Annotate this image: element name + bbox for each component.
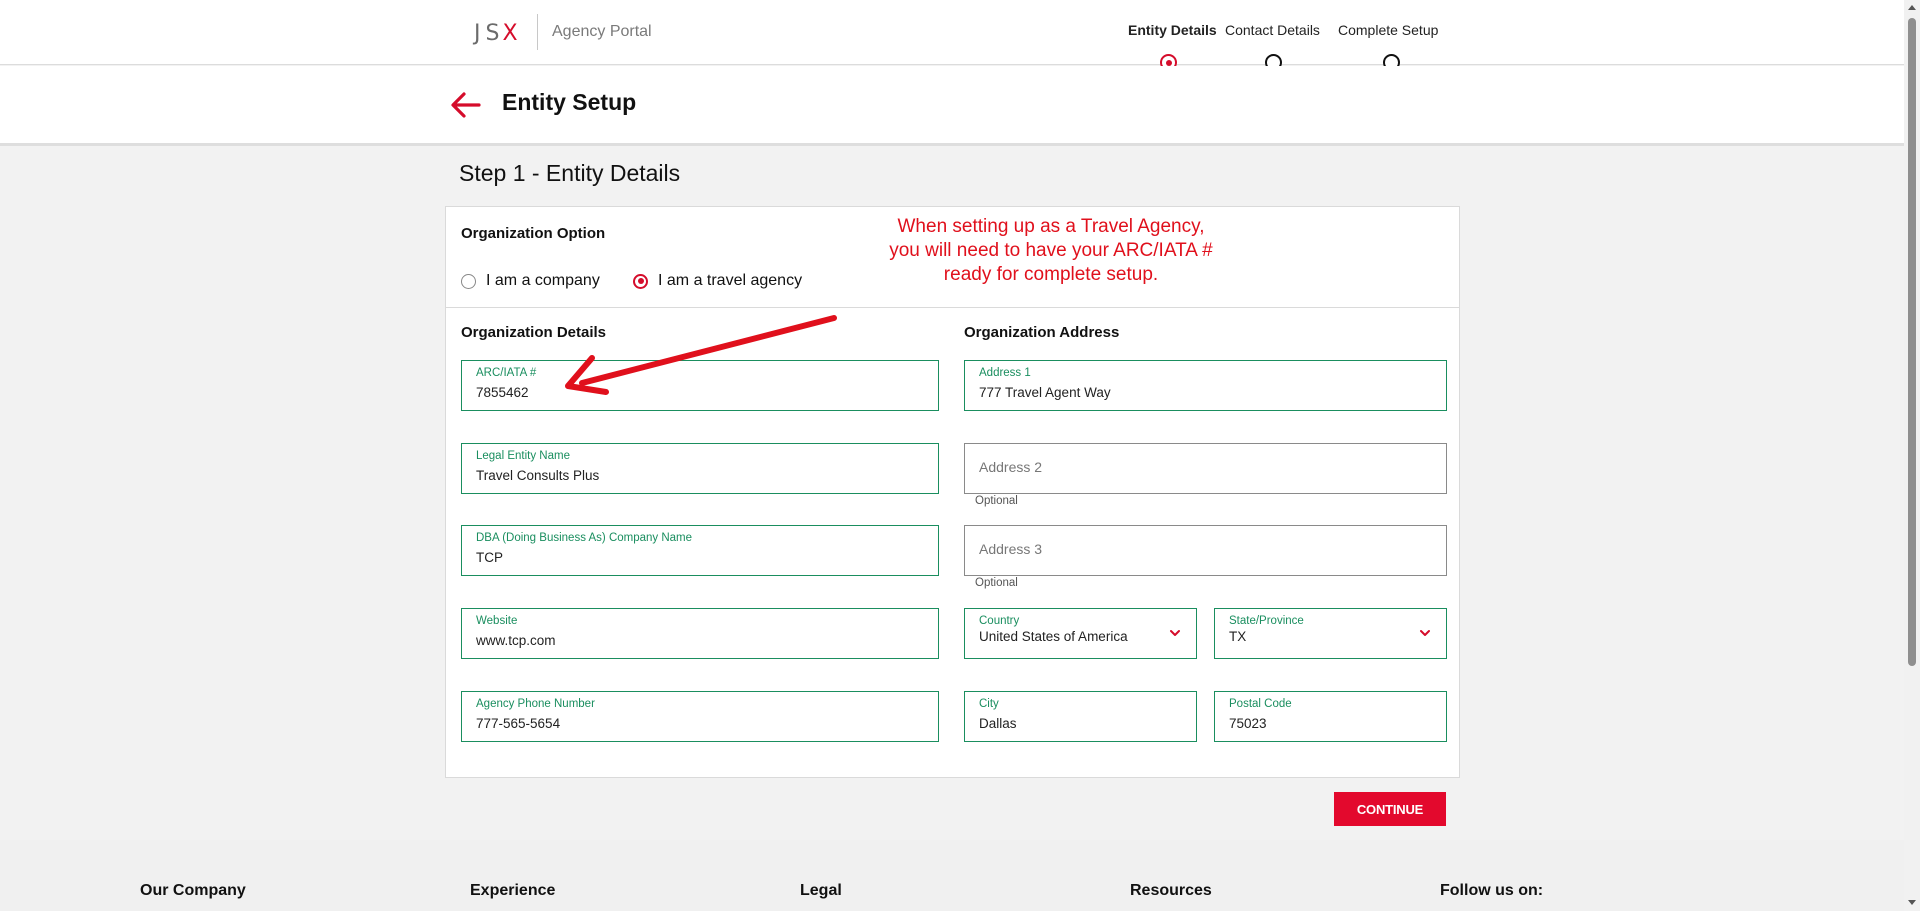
radio-travel-agency-label: I am a travel agency: [658, 272, 803, 289]
footer-experience[interactable]: Experience: [470, 882, 555, 900]
annotation-line-1: When setting up as a Travel Agency,: [897, 216, 1205, 237]
address3-field[interactable]: Address 3: [964, 525, 1447, 576]
card-divider: [446, 307, 1459, 308]
arc-iata-field[interactable]: ARC/IATA # 7855462: [461, 360, 939, 411]
chevron-down-icon[interactable]: [1418, 626, 1432, 640]
scroll-up-arrow-icon[interactable]: [1908, 5, 1916, 10]
postal-code-value: 75023: [1229, 716, 1267, 731]
city-label: City: [979, 698, 999, 710]
footer: Our Company Experience Legal Resources F…: [0, 840, 1904, 911]
vertical-scrollbar[interactable]: [1904, 0, 1920, 911]
radio-company-option[interactable]: I am a company: [461, 272, 600, 290]
annotation-callout: When setting up as a Travel Agency, you …: [841, 215, 1261, 287]
scroll-down-arrow-icon[interactable]: [1908, 900, 1916, 905]
annotation-line-2: you will need to have your ARC/IATA #: [889, 240, 1213, 261]
website-label: Website: [476, 615, 518, 627]
postal-code-label: Postal Code: [1229, 698, 1292, 710]
title-bar: Entity Setup: [0, 66, 1904, 146]
address2-hint: Optional: [975, 495, 1018, 507]
scroll-thumb[interactable]: [1908, 18, 1916, 666]
address1-value: 777 Travel Agent Way: [979, 385, 1111, 400]
radio-company-label: I am a company: [486, 272, 600, 289]
country-label: Country: [979, 615, 1020, 627]
dba-name-field[interactable]: DBA (Doing Business As) Company Name TCP: [461, 525, 939, 576]
organization-address-title: Organization Address: [964, 324, 1120, 341]
postal-code-field[interactable]: Postal Code 75023: [1214, 691, 1447, 742]
radio-travel-agency-option[interactable]: I am a travel agency: [633, 272, 802, 290]
website-field[interactable]: Website www.tcp.com: [461, 608, 939, 659]
address3-placeholder: Address 3: [979, 541, 1043, 557]
radio-travel-agency[interactable]: [633, 273, 648, 289]
chevron-down-icon[interactable]: [1168, 626, 1182, 640]
city-field[interactable]: City Dallas: [964, 691, 1197, 742]
address1-field[interactable]: Address 1 777 Travel Agent Way: [964, 360, 1447, 411]
address1-label: Address 1: [979, 367, 1031, 379]
legal-entity-name-value: Travel Consults Plus: [476, 468, 600, 483]
arc-iata-label: ARC/IATA #: [476, 367, 537, 379]
agency-phone-label: Agency Phone Number: [476, 698, 595, 710]
step-heading: Step 1 - Entity Details: [459, 160, 681, 186]
state-value: TX: [1229, 629, 1247, 644]
arc-iata-value: 7855462: [476, 385, 529, 400]
entity-form-card: Organization Option I am a company I am …: [445, 206, 1460, 778]
city-value: Dallas: [979, 716, 1017, 731]
organization-option-title: Organization Option: [461, 225, 606, 242]
step-label-complete-setup[interactable]: Complete Setup: [1338, 22, 1438, 38]
annotation-line-3: ready for complete setup.: [943, 264, 1159, 285]
agency-phone-field[interactable]: Agency Phone Number 777-565-5654: [461, 691, 939, 742]
dba-name-value: TCP: [476, 550, 503, 565]
organization-details-title: Organization Details: [461, 324, 607, 341]
state-label: State/Province: [1229, 615, 1304, 627]
step-label-contact-details[interactable]: Contact Details: [1225, 22, 1320, 38]
radio-company[interactable]: [461, 273, 476, 289]
address2-placeholder: Address 2: [979, 459, 1043, 475]
footer-follow-us: Follow us on:: [1440, 882, 1544, 899]
footer-legal[interactable]: Legal: [800, 882, 842, 900]
country-value: United States of America: [979, 629, 1128, 644]
legal-entity-name-field[interactable]: Legal Entity Name Travel Consults Plus: [461, 443, 939, 494]
footer-resources[interactable]: Resources: [1130, 882, 1212, 900]
continue-button[interactable]: CONTINUE: [1334, 792, 1446, 826]
arrow-left-icon[interactable]: [449, 88, 483, 122]
step-label-entity-details[interactable]: Entity Details: [1128, 22, 1217, 38]
dba-name-label: DBA (Doing Business As) Company Name: [476, 532, 693, 544]
state-select[interactable]: State/Province TX: [1214, 608, 1447, 659]
agency-phone-value: 777-565-5654: [476, 716, 561, 731]
country-select[interactable]: Country United States of America: [964, 608, 1197, 659]
legal-entity-name-label: Legal Entity Name: [476, 450, 570, 462]
progress-stepper: Entity Details Contact Details Complete …: [0, 0, 1904, 71]
address3-hint: Optional: [975, 577, 1018, 589]
website-value: www.tcp.com: [476, 633, 556, 648]
top-header: JS X Agency Portal Entity Details Contact…: [0, 0, 1904, 71]
address2-field[interactable]: Address 2: [964, 443, 1447, 494]
footer-our-company[interactable]: Our Company: [140, 882, 246, 900]
page-title: Entity Setup: [502, 89, 637, 115]
